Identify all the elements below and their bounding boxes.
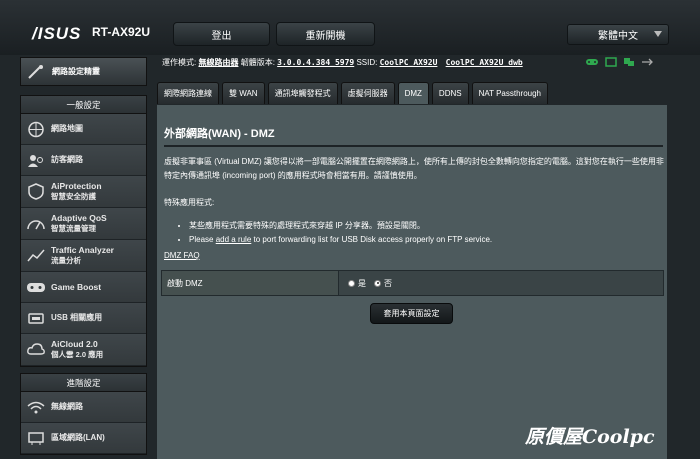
enable-dmz-options: 是 否 bbox=[339, 271, 663, 295]
sidebar-item-usb[interactable]: USB 相關應用 bbox=[21, 303, 146, 334]
cloud-icon bbox=[27, 343, 45, 355]
asus-logo: /ISUS bbox=[32, 24, 82, 43]
sidebar: 網路設定精靈 一般設定 網路地圖 訪客網路 AiProtection 智慧安全防護… bbox=[20, 57, 147, 455]
chevron-down-icon bbox=[654, 31, 662, 37]
menu-label: Adaptive QoS bbox=[51, 213, 107, 223]
sidebar-item-game-boost[interactable]: Game Boost bbox=[21, 272, 146, 303]
enable-dmz-label: 啟動 DMZ bbox=[162, 271, 339, 295]
mode-link[interactable]: 無線路由器 bbox=[198, 58, 238, 67]
sidebar-item-lan[interactable]: 區域網路(LAN) bbox=[21, 423, 146, 454]
menu-label: Game Boost bbox=[51, 282, 102, 292]
dmz-yes-label: 是 bbox=[358, 278, 366, 288]
dmz-faq-link[interactable]: DMZ FAQ bbox=[164, 251, 200, 260]
reboot-button[interactable]: 重新開機 bbox=[276, 22, 375, 46]
ssid-label: SSID: bbox=[356, 58, 378, 67]
menu-label: Traffic Analyzer bbox=[51, 245, 114, 255]
status-line: 運作模式: 無線路由器 韌體版本: 3.0.0.4.384_5979 SSID:… bbox=[162, 57, 523, 68]
notes-list: 某些應用程式需要特殊的處理程式來穿越 IP 分享器。預設是關閉。 Please … bbox=[177, 219, 492, 247]
general-header: 一般設定 bbox=[21, 96, 146, 114]
dmz-no-radio[interactable] bbox=[374, 279, 381, 287]
tab-nat-passthrough[interactable]: NAT Passthrough bbox=[471, 82, 548, 104]
note-text: Please bbox=[189, 235, 214, 244]
note-item: 某些應用程式需要特殊的處理程式來穿越 IP 分享器。預設是關閉。 bbox=[189, 219, 492, 233]
sidebar-item-wireless[interactable]: 無線網路 bbox=[21, 392, 146, 423]
status-icons bbox=[585, 57, 653, 67]
globe-icon bbox=[28, 121, 44, 138]
sidebar-item-aicloud[interactable]: AiCloud 2.0 個人雲 2.0 應用 bbox=[21, 334, 146, 366]
firmware-label: 韌體版本: bbox=[240, 58, 275, 67]
sidebar-item-network-map[interactable]: 網路地圖 bbox=[21, 114, 146, 145]
tab-dual-wan[interactable]: 雙 WAN bbox=[222, 82, 265, 104]
wifi-icon bbox=[27, 401, 45, 414]
tab-ddns[interactable]: DDNS bbox=[431, 82, 469, 104]
quick-setup-label: 網路設定精靈 bbox=[52, 67, 100, 76]
tab-internet-connection[interactable]: 網際網路連線 bbox=[157, 82, 219, 104]
advanced-header: 進階設定 bbox=[21, 374, 146, 392]
language-select[interactable]: 繁體中文 bbox=[567, 24, 669, 45]
tab-virtual-server[interactable]: 虛擬伺服器 bbox=[340, 82, 395, 104]
menu-sublabel: 流量分析 bbox=[51, 256, 81, 265]
wizard-icon bbox=[28, 65, 43, 79]
shield-icon bbox=[28, 183, 44, 200]
gamepad-icon bbox=[27, 283, 45, 292]
network-icon[interactable] bbox=[605, 57, 617, 67]
lan-icon bbox=[28, 432, 44, 445]
apply-button[interactable]: 套用本頁面設定 bbox=[370, 303, 453, 324]
menu-sublabel: 智慧安全防護 bbox=[51, 192, 96, 201]
page-title: 外部網路(WAN) - DMZ bbox=[164, 128, 275, 140]
menu-label: 網路地圖 bbox=[51, 124, 83, 133]
dmz-no-label: 否 bbox=[384, 278, 392, 288]
menu-label: 訪客網路 bbox=[51, 155, 83, 164]
sidebar-item-guest-network[interactable]: 訪客網路 bbox=[21, 145, 146, 176]
menu-label: USB 相關應用 bbox=[51, 313, 103, 322]
menu-sublabel: 個人雲 2.0 應用 bbox=[51, 350, 104, 359]
firmware-link[interactable]: 3.0.0.4.384_5979 bbox=[277, 58, 354, 67]
router-model: RT-AX92U bbox=[92, 25, 151, 39]
add-rule-link[interactable]: add a rule bbox=[216, 235, 252, 244]
menu-label: 區域網路(LAN) bbox=[51, 433, 105, 442]
language-label: 繁體中文 bbox=[598, 31, 638, 42]
dmz-yes-radio[interactable] bbox=[348, 279, 355, 287]
gamepad-icon[interactable] bbox=[585, 57, 599, 67]
quick-setup-button[interactable]: 網路設定精靈 bbox=[20, 57, 147, 86]
sidebar-item-aiprotection[interactable]: AiProtection 智慧安全防護 bbox=[21, 176, 146, 208]
dmz-description: 虛擬非軍事區 (Virtual DMZ) 讓您得以將一部電腦公開擺置在網際網路上… bbox=[164, 157, 664, 180]
menu-label: AiProtection bbox=[51, 181, 102, 191]
advanced-group: 進階設定 無線網路 區域網路(LAN) bbox=[20, 373, 147, 455]
clients-icon[interactable] bbox=[623, 57, 635, 67]
watermark: 原價屋Coolpc bbox=[525, 426, 655, 448]
tab-port-trigger[interactable]: 通訊埠觸發程式 bbox=[267, 82, 338, 104]
mode-label: 運作模式: bbox=[162, 58, 197, 67]
sidebar-item-adaptive-qos[interactable]: Adaptive QoS 智慧流量管理 bbox=[21, 208, 146, 240]
menu-label: AiCloud 2.0 bbox=[51, 339, 98, 349]
note-text: to port forwarding list for USB Disk acc… bbox=[253, 235, 493, 244]
dmz-panel: 外部網路(WAN) - DMZ 虛擬非軍事區 (Virtual DMZ) 讓您得… bbox=[157, 105, 667, 459]
special-apps-heading: 特殊應用程式: bbox=[164, 198, 215, 207]
ssid-secondary[interactable]: CoolPC_AX92U_dwb bbox=[446, 58, 523, 67]
sidebar-item-traffic-analyzer[interactable]: Traffic Analyzer 流量分析 bbox=[21, 240, 146, 272]
note-item: Please add a rule to port forwarding lis… bbox=[189, 233, 492, 247]
chart-icon bbox=[27, 249, 45, 262]
tab-dmz[interactable]: DMZ bbox=[397, 82, 429, 104]
general-group: 一般設定 網路地圖 訪客網路 AiProtection 智慧安全防護 Adapti… bbox=[20, 95, 147, 367]
menu-label: 無線網路 bbox=[51, 402, 83, 411]
menu-sublabel: 智慧流量管理 bbox=[51, 224, 96, 233]
wan-tabs: 網際網路連線 雙 WAN 通訊埠觸發程式 虛擬伺服器 DMZ DDNS NAT … bbox=[157, 82, 548, 104]
ssid-primary[interactable]: CoolPC_AX92U bbox=[380, 58, 438, 67]
guest-icon bbox=[28, 155, 43, 167]
usb-icon[interactable] bbox=[641, 57, 653, 67]
enable-dmz-row: 啟動 DMZ 是 否 bbox=[161, 270, 664, 296]
usb-drive-icon bbox=[28, 313, 44, 324]
logout-button[interactable]: 登出 bbox=[173, 22, 270, 46]
title-divider bbox=[164, 145, 663, 147]
top-bar: /ISUS RT-AX92U 登出 重新開機 繁體中文 bbox=[0, 0, 700, 55]
gauge-icon bbox=[27, 220, 45, 230]
